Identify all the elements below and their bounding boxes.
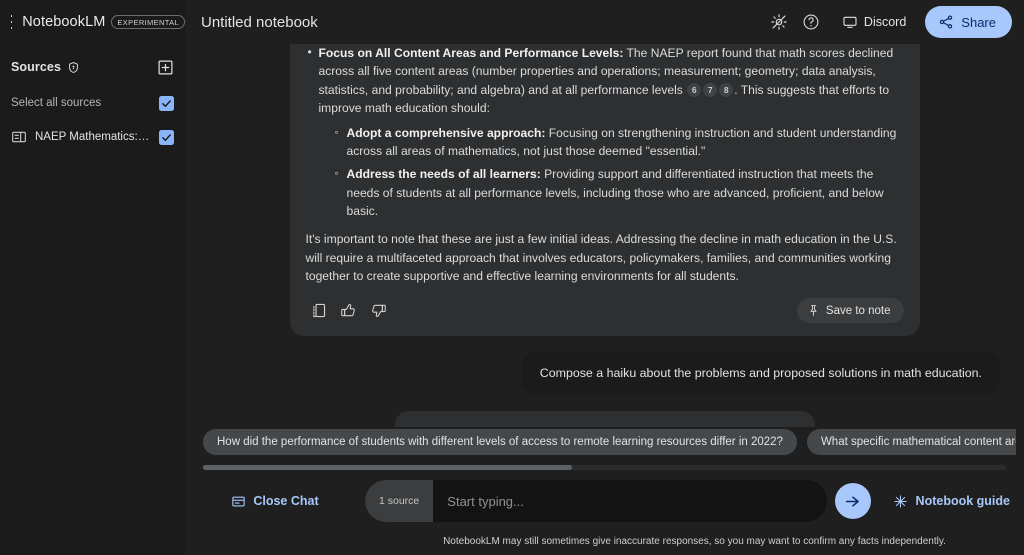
citation-chip[interactable]: 8 [719,83,734,98]
document-icon [11,129,27,145]
close-chat-label: Close Chat [253,494,319,508]
select-all-sources-row[interactable]: Select all sources [11,88,174,118]
sub-bullet-item: Address the needs of all learners: Provi… [335,164,904,220]
sub-bullet-lead: Address the needs of all learners: [346,167,541,182]
share-label: Share [961,14,996,30]
discord-label: Discord [863,15,907,29]
body-row: Sources Select all sources NAEP Mathemat… [0,44,1024,555]
sub-bullet-item: Adopt a comprehensive approach: Focusing… [335,123,904,161]
top-bar-right: Untitled notebook Discord Share [185,0,1024,44]
source-count-pill[interactable]: 1 source [365,480,434,522]
suggestion-chip[interactable]: How did the performance of students with… [203,429,797,455]
assistant-message: Scores have declined, Pandemic learning … [394,411,815,427]
menu-icon[interactable] [11,15,13,29]
sub-bullet-lead: Adopt a comprehensive approach: [346,125,546,140]
composer[interactable]: 1 source [365,480,827,522]
suggestion-chip[interactable]: What specific mathematical content areas… [806,429,1016,455]
source-list-item[interactable]: NAEP Mathematics: M… [11,122,174,152]
experimental-badge: EXPERIMENTAL [111,14,185,30]
help-icon[interactable] [797,8,825,36]
notebook-guide-label: Notebook guide [915,494,1010,508]
brand-label: NotebookLM [22,14,106,30]
bullet-lead: Focus on All Content Areas and Performan… [318,46,624,60]
citation-chip[interactable]: 6 [687,83,702,98]
pin-icon [807,304,820,317]
close-chat-button[interactable]: Close Chat [185,494,365,509]
notebook-guide-button[interactable]: Notebook guide [893,494,1010,509]
chat-input[interactable] [433,493,827,509]
sources-header: Sources [11,48,174,86]
disclaimer-text: NotebookLM may still sometimes give inac… [443,536,946,547]
sparkle-icon [893,494,908,509]
select-all-checkbox[interactable] [159,95,174,111]
send-button[interactable] [834,483,871,519]
sources-title: Sources [11,60,62,74]
chat-panel: Focus on All Content Areas and Performan… [185,44,1024,555]
brand-area[interactable]: NotebookLM EXPERIMENTAL [22,14,185,30]
share-icon [938,14,954,30]
bullet-item: Focus on All Content Areas and Performan… [306,44,904,220]
notebook-title[interactable]: Untitled notebook [201,14,761,31]
source-name: NAEP Mathematics: M… [35,131,151,143]
panel-icon [231,494,246,509]
assistant-message: Focus on All Content Areas and Performan… [289,44,920,336]
citation-chip[interactable]: 7 [703,83,718,98]
add-source-icon[interactable] [157,59,174,76]
sources-shield-icon [67,61,80,74]
message-actions: Save to note [306,298,904,324]
discord-button[interactable]: Discord [833,9,915,35]
thumbs-down-icon[interactable] [366,298,392,324]
share-button[interactable]: Share [925,6,1012,38]
assistant-closing-paragraph: It's important to note that these are ju… [305,232,897,284]
user-message: Compose a haiku about the problems and p… [521,351,1000,396]
select-all-label: Select all sources [11,97,102,109]
thumbs-up-icon[interactable] [336,298,362,324]
save-to-note-button[interactable]: Save to note [796,298,904,323]
top-bar: NotebookLM EXPERIMENTAL Untitled noteboo… [0,0,1024,44]
theme-toggle-icon[interactable] [765,8,793,36]
suggestions-scrollbar-thumb[interactable] [203,465,573,470]
user-message-row: Compose a haiku about the problems and p… [209,351,1000,396]
suggestion-chips[interactable]: How did the performance of students with… [193,427,1016,457]
notebooklm-app: NotebookLM EXPERIMENTAL Untitled noteboo… [0,0,1024,555]
sources-sidebar: Sources Select all sources NAEP Mathemat… [0,44,185,555]
assistant-message-body: Focus on All Content Areas and Performan… [306,44,904,286]
discord-icon [842,14,858,30]
copy-icon[interactable] [306,298,332,324]
input-row: Close Chat 1 source Start typing... Note… [185,470,1024,532]
suggestions-scrollbar[interactable] [203,465,1006,470]
save-to-note-label: Save to note [825,304,891,317]
top-bar-left: NotebookLM EXPERIMENTAL [0,0,185,44]
source-checkbox[interactable] [159,129,174,145]
suggestions-area: How did the performance of students with… [185,427,1024,470]
composer-area: How did the performance of students with… [185,427,1024,555]
chat-scroll-area[interactable]: Focus on All Content Areas and Performan… [185,44,1024,427]
